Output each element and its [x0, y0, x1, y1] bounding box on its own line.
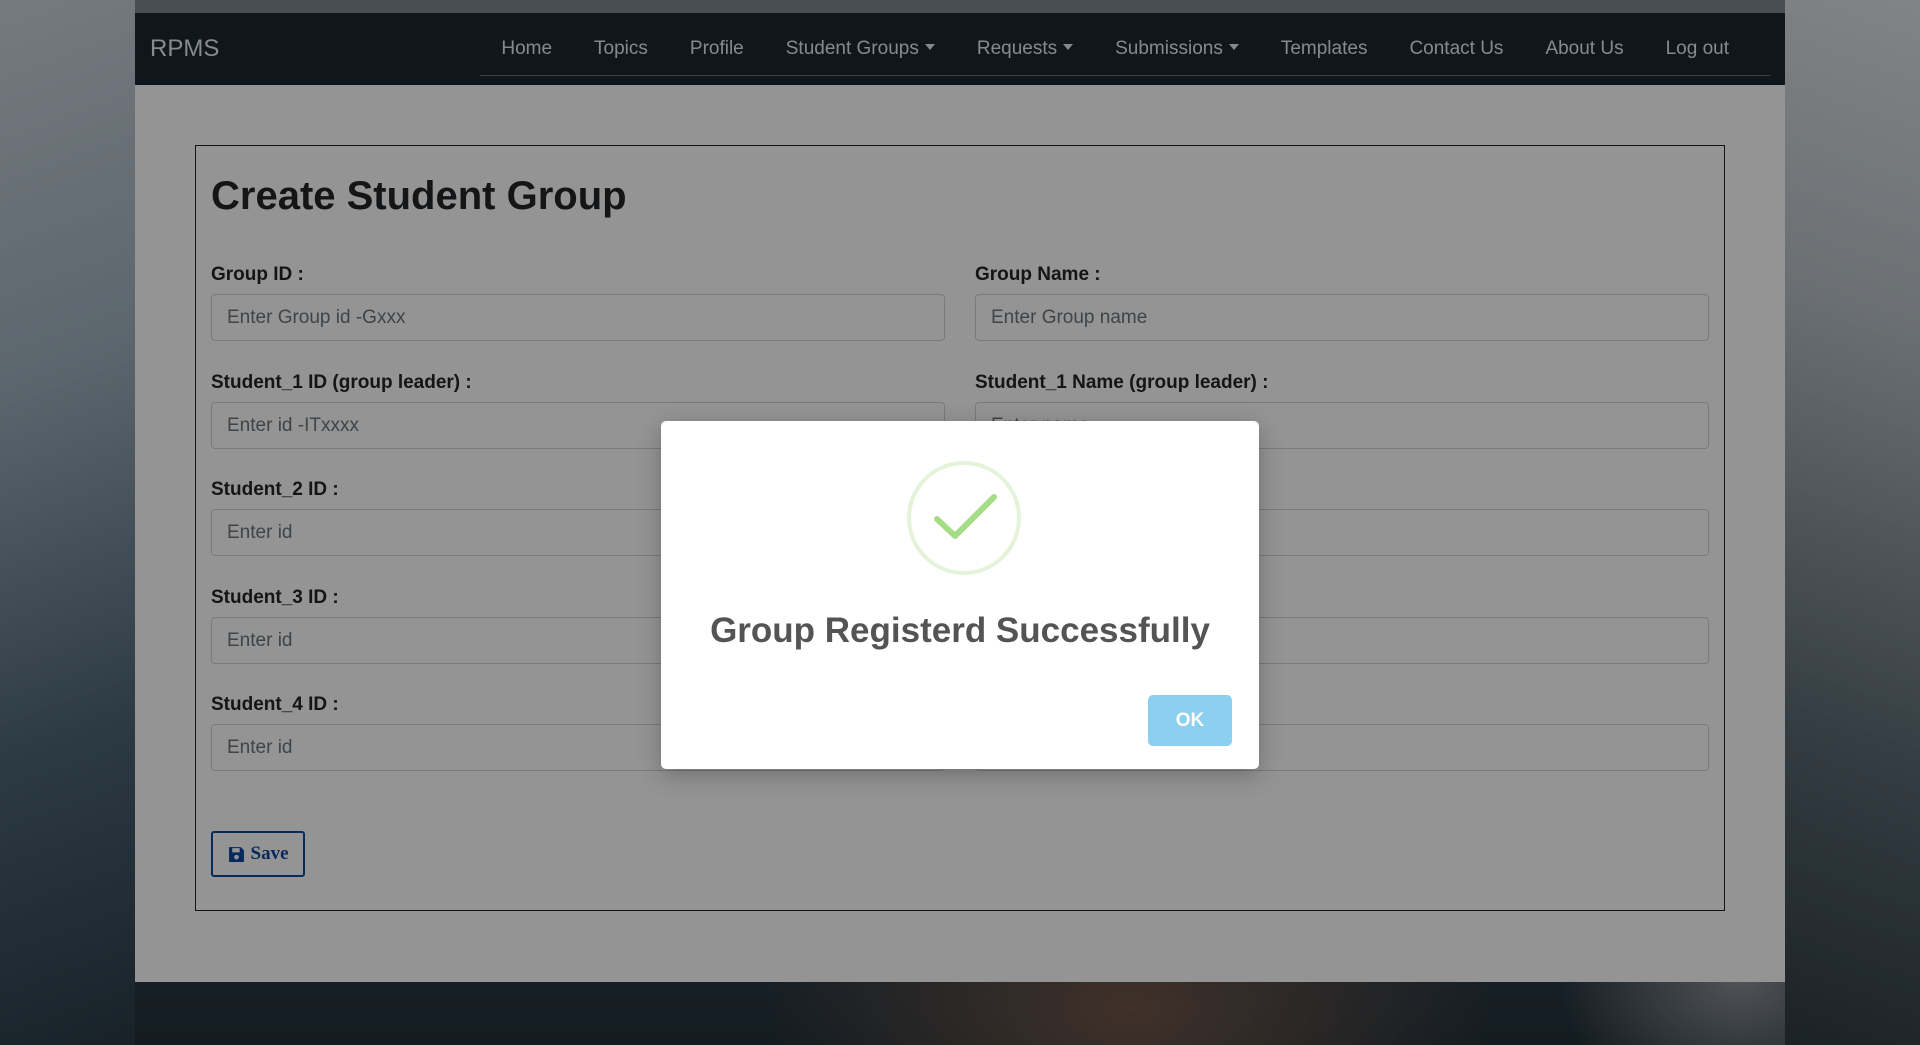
success-check-icon [907, 461, 1021, 575]
success-dialog: Group Registerd Successfully OK [661, 421, 1259, 769]
ok-button[interactable]: OK [1148, 695, 1232, 746]
success-message: Group Registerd Successfully [710, 611, 1210, 650]
